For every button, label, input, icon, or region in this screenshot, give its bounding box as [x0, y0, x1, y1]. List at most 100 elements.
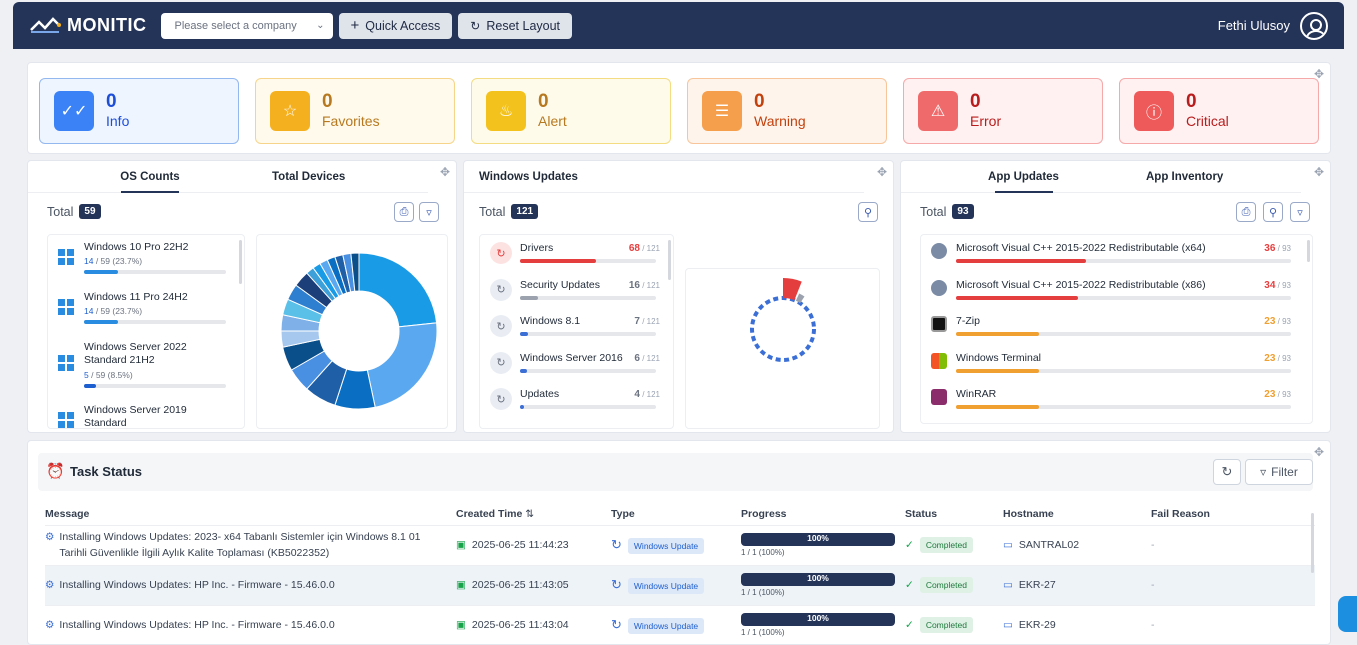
- app-list-item[interactable]: Microsoft Visual C++ 2015-2022 Redistrib…: [931, 240, 1291, 274]
- reset-layout-button[interactable]: ↻ Reset Layout: [458, 12, 573, 39]
- laptop-icon: ▭: [1003, 579, 1013, 591]
- status-card-info[interactable]: ✓✓ 0 Info: [39, 78, 239, 144]
- user-avatar-icon[interactable]: [1300, 11, 1328, 40]
- drag-handle-icon[interactable]: ✥: [1314, 445, 1324, 459]
- donut-slice[interactable]: [366, 322, 438, 408]
- cell-fail-reason: -: [1151, 525, 1315, 565]
- message-text: Installing Windows Updates: 2023- x64 Ta…: [59, 531, 421, 559]
- os-list-item[interactable]: Windows 10 Pro 22H2 14 / 59 (23.7%): [58, 240, 244, 290]
- cell-progress: 100% 1 / 1 (100%): [741, 605, 905, 644]
- tab-app-updates[interactable]: App Updates: [901, 161, 1146, 192]
- status-card-warning[interactable]: ☰ 0 Warning: [687, 78, 887, 144]
- os-progress: [84, 270, 226, 274]
- filter-icon[interactable]: ▿: [1290, 202, 1310, 222]
- app-list-item[interactable]: WinRAR 23 / 93: [931, 386, 1291, 420]
- scrollbar[interactable]: [1307, 240, 1310, 262]
- quick-access-button[interactable]: + Quick Access: [338, 12, 453, 39]
- user-menu[interactable]: Fethi Ulusoy: [1218, 11, 1328, 40]
- drag-handle-icon[interactable]: ✥: [877, 165, 887, 179]
- update-count-value: 68: [628, 243, 640, 254]
- update-list-item[interactable]: ↻ Drivers 68 / 121: [490, 240, 660, 274]
- vcpp-icon: [931, 279, 947, 296]
- check-icon: ✓✓: [54, 91, 94, 131]
- status-card-error[interactable]: ⚠ 0 Error: [903, 78, 1103, 144]
- app-progress: [956, 368, 1291, 373]
- table-row[interactable]: ⚙ Installing Windows Updates: HP Inc. - F…: [45, 565, 1315, 605]
- message-icon: ☰: [702, 91, 742, 131]
- os-progress-fill: [84, 270, 118, 274]
- message-text: Installing Windows Updates: HP Inc. - Fi…: [59, 619, 335, 632]
- sort-icon[interactable]: ⇅: [525, 508, 534, 520]
- refresh-icon: ↻: [490, 278, 512, 301]
- update-list-item[interactable]: ↻ Updates 4 / 121: [490, 386, 660, 420]
- table-row[interactable]: ⚙ Installing Windows Updates: 2023- x64 T…: [45, 525, 1315, 565]
- search-icon[interactable]: ⚲: [858, 202, 878, 222]
- col-created-time[interactable]: Created Time ⇅: [456, 503, 611, 525]
- donut-slice[interactable]: [358, 252, 438, 328]
- tab-os-counts[interactable]: OS Counts: [28, 161, 272, 192]
- update-progress: [520, 405, 656, 409]
- chat-widget-button[interactable]: [1338, 596, 1357, 632]
- export-icon[interactable]: ⎙: [1236, 202, 1256, 222]
- os-name: Windows 11 Pro 24H2: [84, 291, 188, 303]
- scrollbar[interactable]: [668, 240, 671, 280]
- type-badge: Windows Update: [627, 537, 705, 554]
- app-logo[interactable]: MONITIC: [29, 15, 147, 36]
- status-card-alert[interactable]: ♨ 0 Alert: [471, 78, 671, 144]
- app-list-item[interactable]: Microsoft Visual C++ 2015-2022 Redistrib…: [931, 277, 1291, 311]
- col-type[interactable]: Type: [611, 503, 741, 525]
- update-count: 7 / 121: [634, 316, 660, 327]
- check-circle-icon: ✓: [905, 619, 914, 632]
- filter-icon[interactable]: ▿: [419, 202, 439, 222]
- card-value: 0: [322, 91, 333, 112]
- col-progress[interactable]: Progress: [741, 503, 905, 525]
- col-status[interactable]: Status: [905, 503, 1003, 525]
- ring-slice[interactable]: [795, 293, 805, 304]
- os-list: Windows 10 Pro 22H2 14 / 59 (23.7%) Window…: [47, 234, 245, 429]
- tab-app-inventory[interactable]: App Inventory: [1146, 161, 1301, 192]
- total-label: Total: [47, 204, 74, 219]
- status-card-critical[interactable]: ⓘ 0 Critical: [1119, 78, 1319, 144]
- os-progress-fill: [84, 320, 118, 324]
- task-table: Message Created Time ⇅ Type Progress Sta…: [45, 503, 1315, 644]
- refresh-button[interactable]: ↻: [1213, 459, 1241, 485]
- table-row[interactable]: ⚙ Installing Windows Updates: HP Inc. - F…: [45, 605, 1315, 644]
- app-list-item[interactable]: Windows Terminal 23 / 93: [931, 350, 1291, 384]
- bell-icon: ♨: [486, 91, 526, 131]
- app-list-item[interactable]: 7-Zip 23 / 93: [931, 313, 1291, 347]
- app-updates-panel: ✥ App Updates App Inventory Total 93 ⎙ ⚲ …: [900, 160, 1331, 433]
- scrollbar[interactable]: [239, 240, 242, 284]
- cell-hostname: ▭ EKR-29: [1003, 605, 1151, 644]
- update-list-item[interactable]: ↻ Windows Server 2016 6 / 121: [490, 350, 660, 384]
- calendar-icon: ▣: [456, 579, 466, 591]
- plus-icon: +: [350, 17, 360, 34]
- drag-handle-icon[interactable]: ✥: [1314, 165, 1324, 179]
- sync-icon: ↻: [611, 616, 622, 632]
- filter-button[interactable]: ▿ Filter: [1245, 459, 1313, 485]
- os-counts-panel: ✥ OS Counts Total Devices Total 59 ⎙ ▿ Wi…: [27, 160, 457, 433]
- col-fail-reason[interactable]: Fail Reason: [1151, 503, 1315, 525]
- tab-total-devices[interactable]: Total Devices: [272, 161, 428, 192]
- company-select[interactable]: Please select a company ⌄: [160, 12, 333, 39]
- card-value: 0: [106, 91, 117, 112]
- cell-created-time: ▣ 2025-06-25 11:43:04: [456, 605, 611, 644]
- cell-created-time: ▣ 2025-06-25 11:43:05: [456, 565, 611, 605]
- calendar-icon: ▣: [456, 539, 466, 551]
- os-list-item[interactable]: Windows Server 2022 Standard 21H2 5 / 59 …: [58, 340, 244, 390]
- drag-handle-icon[interactable]: ✥: [440, 165, 450, 179]
- task-status-panel: ✥ ⏰ Task Status ↻ ▿ Filter Message Create…: [27, 440, 1331, 645]
- progress-bar: 100%: [741, 573, 895, 586]
- os-list-item[interactable]: Windows Server 2019 Standard: [58, 403, 244, 428]
- status-card-favorites[interactable]: ☆ 0 Favorites: [255, 78, 455, 144]
- update-list-item[interactable]: ↻ Security Updates 16 / 121: [490, 277, 660, 311]
- card-text: 0 Warning: [754, 92, 806, 130]
- search-icon[interactable]: ⚲: [1263, 202, 1283, 222]
- export-icon[interactable]: ⎙: [394, 202, 414, 222]
- scrollbar[interactable]: [1311, 513, 1314, 573]
- col-message[interactable]: Message: [45, 503, 456, 525]
- update-list-item[interactable]: ↻ Windows 8.1 7 / 121: [490, 313, 660, 347]
- os-list-item[interactable]: Windows 11 Pro 24H2 14 / 59 (23.7%): [58, 290, 244, 340]
- update-name: Windows Server 2016: [520, 351, 623, 364]
- col-hostname[interactable]: Hostname: [1003, 503, 1151, 525]
- progress-text: 1 / 1 (100%): [741, 548, 785, 557]
